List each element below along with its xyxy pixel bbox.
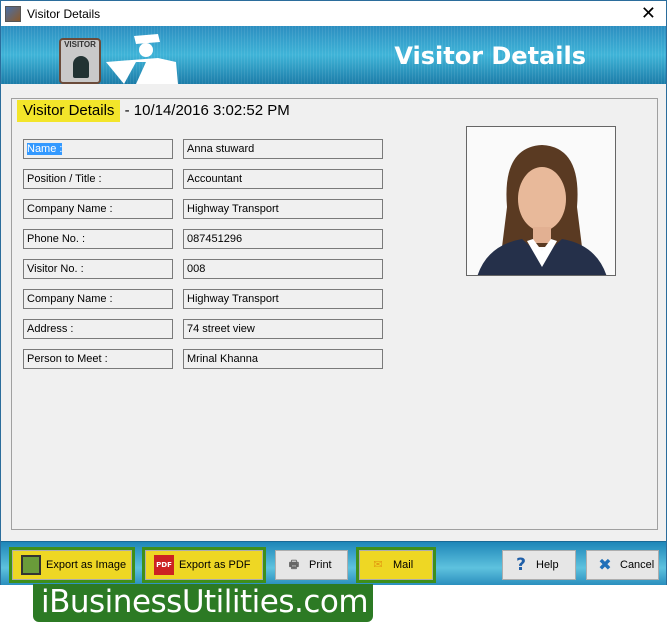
cancel-x-icon: ✖ (598, 555, 612, 574)
field-label: Visitor No. : (23, 259, 173, 279)
ibusinessutilities-logo: iBusinessUtilities.com (33, 584, 373, 622)
field-value[interactable]: Highway Transport (183, 199, 383, 219)
field-value[interactable]: 74 street view (183, 319, 383, 339)
export-as-image-button[interactable]: Export as Image (9, 547, 135, 583)
field-value[interactable]: 008 (183, 259, 383, 279)
mail-icon: ✉ (373, 558, 383, 571)
field-label: Phone No. : (23, 229, 173, 249)
export-image-label: Export as Image (46, 559, 127, 571)
window-title: Visitor Details (27, 6, 101, 21)
field-label: Position / Title : (23, 169, 173, 189)
title-bar: Visitor Details ✕ (1, 1, 666, 26)
bottom-toolbar: Export as Image PDF Export as PDF 🖶 Print … (1, 541, 666, 585)
close-button[interactable]: ✕ (641, 3, 656, 24)
header-datetime: 10/14/2016 3:02:52 PM (133, 102, 290, 119)
field-label: Person to Meet : (23, 349, 173, 369)
field-value[interactable]: Anna stuward (183, 139, 383, 159)
field-label: Address : (23, 319, 173, 339)
header-separator: - (120, 102, 134, 119)
details-header: Visitor Details - 10/14/2016 3:02:52 PM (17, 100, 290, 122)
help-icon: ? (516, 555, 526, 575)
printer-icon: 🖶 (288, 558, 300, 571)
export-as-pdf-button[interactable]: PDF Export as PDF (142, 547, 266, 583)
field-label: Company Name : (23, 289, 173, 309)
field-value[interactable]: 087451296 (183, 229, 383, 249)
header-title: Visitor Details (17, 100, 121, 122)
field-value[interactable]: Accountant (183, 169, 383, 189)
field-label: Company Name : (23, 199, 173, 219)
cancel-button[interactable]: ✖ Cancel (586, 550, 659, 580)
print-label: Print (309, 559, 332, 571)
banner: VISITOR Visitor Details (1, 26, 666, 84)
cancel-label: Cancel (620, 559, 655, 571)
image-export-icon (21, 555, 41, 575)
mail-label: Mail (393, 559, 414, 571)
visitor-details-window: Visitor Details ✕ VISITOR Visitor Detail… (0, 0, 667, 585)
visitor-photo (466, 126, 616, 276)
help-button[interactable]: ? Help (502, 550, 576, 580)
pdf-icon: PDF (154, 555, 174, 575)
print-button[interactable]: 🖶 Print (275, 550, 348, 580)
mail-button[interactable]: ✉ Mail (356, 547, 436, 583)
export-pdf-label: Export as PDF (179, 559, 251, 571)
app-icon (5, 5, 21, 22)
security-guard-icon (106, 34, 178, 84)
field-value[interactable]: Mrinal Khanna (183, 349, 383, 369)
field-value[interactable]: Highway Transport (183, 289, 383, 309)
help-label: Help (536, 559, 559, 571)
badge-text: VISITOR (64, 40, 96, 49)
visitor-badge-icon: VISITOR (59, 38, 101, 84)
field-label: Name : (23, 139, 173, 159)
banner-title: Visitor Details (394, 42, 586, 70)
